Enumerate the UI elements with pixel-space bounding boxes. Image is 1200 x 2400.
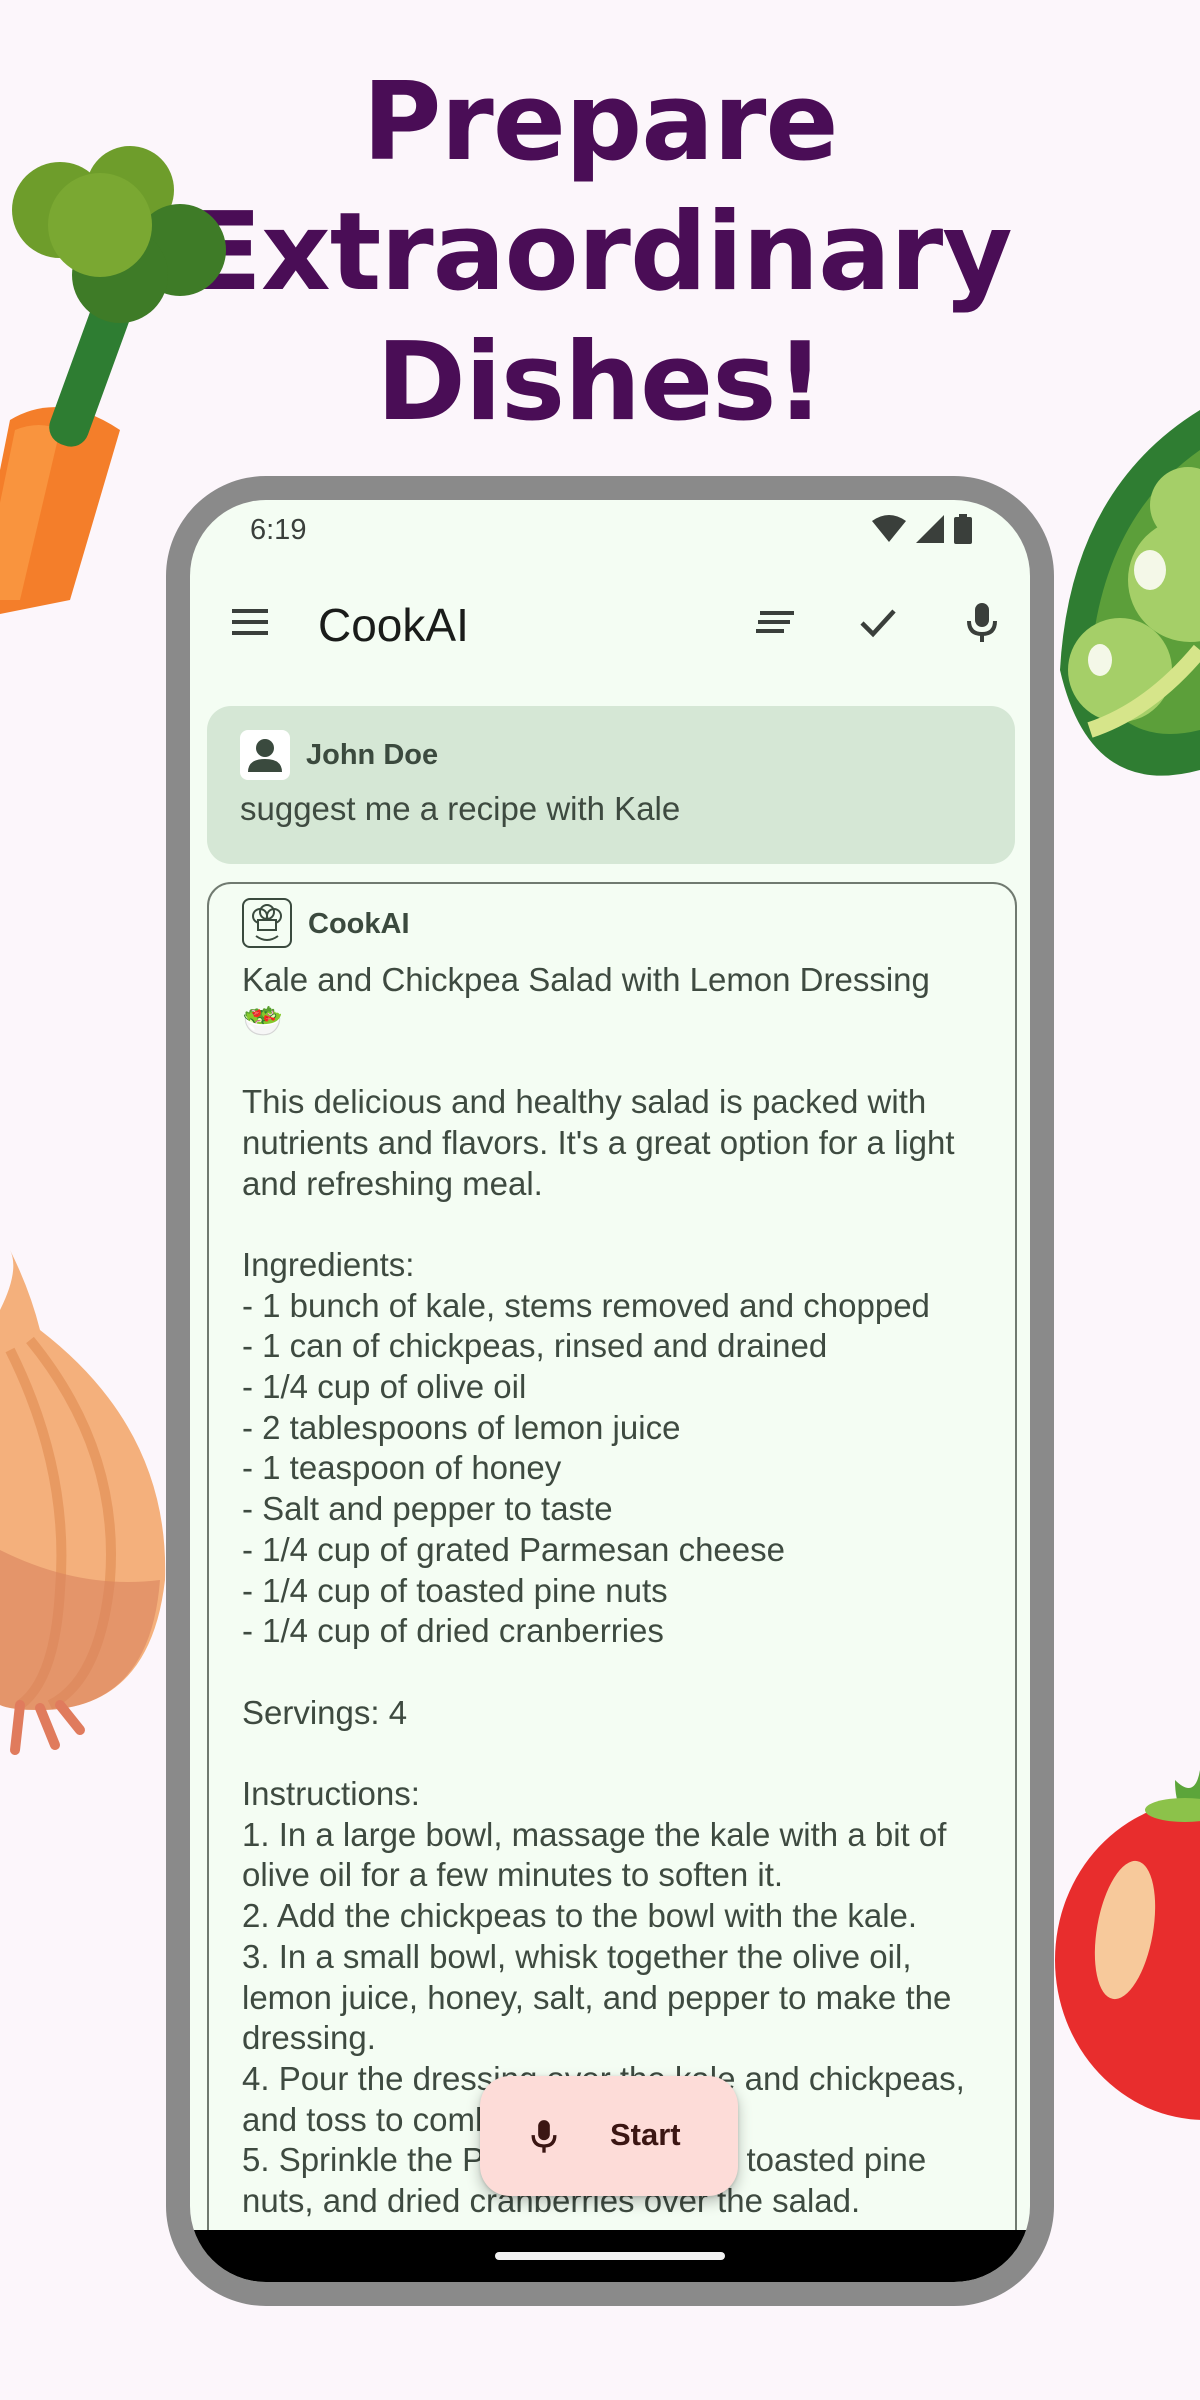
status-bar: 6:19 <box>190 500 1030 562</box>
home-handle[interactable] <box>495 2252 725 2260</box>
battery-icon <box>954 514 972 544</box>
status-time: 6:19 <box>250 514 307 546</box>
person-icon <box>240 730 290 780</box>
message-text: suggest me a recipe with Kale <box>240 790 681 827</box>
start-button-label: Start <box>610 2117 681 2152</box>
onion-illustration <box>0 1250 166 1755</box>
start-button[interactable]: Start <box>480 2076 738 2196</box>
tomato-illustration <box>1055 1770 1200 2120</box>
microphone-icon[interactable] <box>958 598 1006 646</box>
app-title: CookAI <box>318 599 469 651</box>
user-message-card: John Doe suggest me a recipe with Kale <box>207 706 1015 864</box>
navigation-bar <box>190 2230 1030 2282</box>
message-text: Kale and Chickpea Salad with Lemon Dress… <box>242 961 965 2220</box>
chef-hat-icon <box>242 898 292 948</box>
ai-message-card: CookAI Kale and Chickpea Salad with Lemo… <box>207 882 1017 2282</box>
phone-screen: 6:19 CookAI John Doe suggest me a recipe… <box>190 500 1030 2282</box>
status-icons <box>872 514 972 544</box>
wifi-icon <box>872 515 906 542</box>
message-sender: John Doe <box>306 739 439 771</box>
lines-icon[interactable] <box>752 598 800 646</box>
signal-icon <box>916 515 944 543</box>
menu-icon[interactable] <box>226 598 274 646</box>
message-sender: CookAI <box>308 908 410 940</box>
check-icon[interactable] <box>854 598 902 646</box>
app-bar: CookAI <box>190 562 1030 682</box>
microphone-icon <box>531 2120 557 2153</box>
peas-illustration <box>1060 410 1200 776</box>
